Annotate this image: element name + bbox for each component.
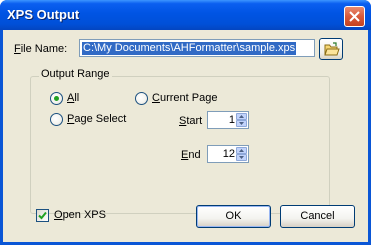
open-xps-checkbox[interactable] — [36, 209, 49, 222]
end-spinner[interactable]: 12 — [207, 145, 249, 163]
page-select-label: Page Select — [67, 113, 127, 125]
end-value: 12 — [222, 148, 235, 160]
dialog-body: File Name: C:\My Documents\AHFormatter\s… — [3, 30, 368, 242]
file-name-label: File Name: — [14, 43, 68, 55]
all-radio[interactable] — [50, 92, 63, 105]
close-icon — [349, 11, 360, 22]
file-name-value: C:\My Documents\AHFormatter\sample.xps — [82, 42, 297, 55]
start-down-arrow[interactable] — [236, 120, 247, 127]
current-page-label: Current Page — [152, 92, 218, 104]
page-select-radio[interactable] — [50, 113, 63, 126]
close-button[interactable] — [344, 6, 365, 27]
start-spin-arrows — [236, 113, 247, 127]
end-label: End — [181, 149, 201, 161]
all-label: All — [67, 92, 80, 104]
arrow-down-icon — [239, 156, 244, 159]
start-spinner[interactable]: 1 — [207, 111, 249, 129]
open-folder-icon — [324, 42, 340, 56]
arrow-down-icon — [239, 122, 244, 125]
open-xps-label: Open XPS — [54, 209, 106, 221]
xps-output-dialog: XPS Output File Name: C:\My Documents\AH… — [0, 0, 371, 245]
browse-button[interactable] — [319, 38, 343, 60]
title-bar[interactable]: XPS Output — [0, 0, 371, 30]
arrow-up-icon — [239, 149, 244, 152]
end-up-arrow[interactable] — [236, 147, 247, 154]
window-title: XPS Output — [7, 7, 80, 22]
checkmark-icon — [38, 211, 47, 220]
arrow-up-icon — [239, 115, 244, 118]
output-range-title: Output Range — [39, 68, 112, 80]
end-spin-arrows — [236, 147, 247, 161]
start-label: Start — [179, 115, 203, 127]
file-name-field[interactable]: C:\My Documents\AHFormatter\sample.xps — [79, 39, 315, 57]
ok-button[interactable]: OK — [196, 205, 271, 228]
start-up-arrow[interactable] — [236, 113, 247, 120]
current-page-radio[interactable] — [135, 92, 148, 105]
radio-selected-dot — [54, 96, 59, 101]
start-value: 1 — [228, 114, 235, 126]
cancel-button[interactable]: Cancel — [280, 205, 355, 228]
end-down-arrow[interactable] — [236, 154, 247, 161]
